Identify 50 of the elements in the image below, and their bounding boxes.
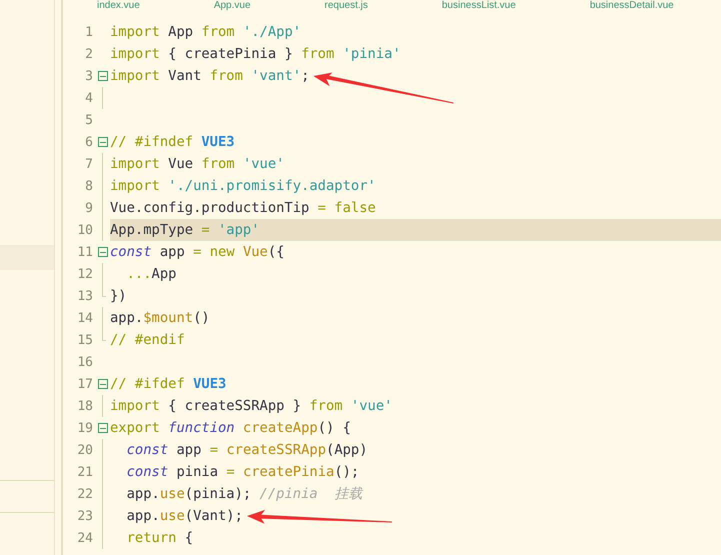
sidebar-row-highlight [0, 245, 54, 270]
line-number: 16 [76, 354, 94, 370]
line-number: 6 [84, 134, 94, 150]
line-number: 23 [76, 508, 94, 524]
line-number: 20 [76, 442, 94, 458]
code-line: app.use(Vant); [126, 507, 243, 526]
line-number: 11 [76, 244, 94, 260]
line-number: 5 [84, 112, 94, 128]
code-line: export function createApp() { [110, 419, 351, 438]
file-tab[interactable]: index.vue [97, 0, 140, 11]
line-number: 10 [76, 222, 94, 238]
code-line: Vue.config.productionTip = false [110, 199, 376, 218]
code-line: import { createSSRApp } from 'vue' [110, 397, 392, 416]
code-line: import App from './App' [110, 23, 302, 42]
line-number: 3 [84, 68, 94, 84]
code-line: import { createPinia } from 'pinia' [110, 45, 401, 64]
code-line: import Vue from 'vue' [110, 155, 284, 174]
code-line: // #ifdef VUE3 [110, 375, 226, 394]
file-tab[interactable]: request.js [324, 0, 368, 11]
line-number: 4 [84, 90, 94, 106]
code-line: const pinia = createPinia(); [126, 463, 360, 482]
code-line: app.$mount() [110, 309, 210, 328]
file-tab[interactable]: businessList.vue [442, 0, 516, 11]
line-number: 9 [84, 200, 94, 216]
line-number: 18 [76, 398, 94, 414]
code-line: app.use(pinia); //pinia 挂载 [126, 485, 362, 504]
code-line: // #ifndef VUE3 [110, 133, 235, 152]
line-number: 17 [76, 376, 94, 392]
code-line: ...App [126, 265, 176, 284]
code-line: }) [110, 287, 127, 306]
line-number: 15 [76, 332, 94, 348]
line-number: 22 [76, 486, 94, 502]
line-number: 14 [76, 310, 94, 326]
code-line: const app = new Vue({ [110, 243, 284, 262]
line-number: 24 [76, 530, 94, 546]
file-tab[interactable]: businessDetail.vue [590, 0, 674, 11]
line-number: 1 [84, 24, 94, 40]
line-number: 12 [76, 266, 94, 282]
code-line: const app = createSSRApp(App) [126, 441, 368, 460]
code-line: // #endif [110, 331, 185, 350]
line-number: 2 [84, 46, 94, 62]
file-tab[interactable]: App.vue [214, 0, 251, 11]
line-number: 21 [76, 464, 94, 480]
line-number: 8 [84, 178, 94, 194]
code-line: import './uni.promisify.adaptor' [110, 177, 376, 196]
line-number: 13 [76, 288, 94, 304]
code-line: import Vant from 'vant'; [110, 67, 310, 86]
code-line: return { [126, 529, 194, 548]
line-number: 7 [84, 156, 94, 172]
line-number: 19 [76, 420, 94, 436]
